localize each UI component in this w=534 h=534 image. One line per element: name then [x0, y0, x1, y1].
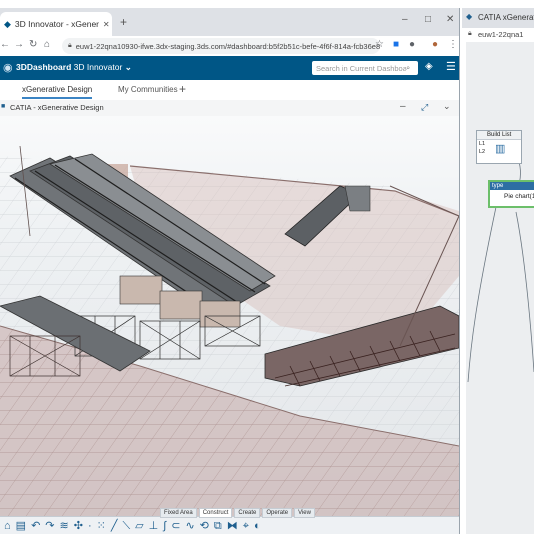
build-list-node[interactable]: Build List L1 L2 ▥	[476, 130, 522, 164]
escalator-model-render[interactable]	[0, 116, 459, 516]
browser-menu-icon[interactable]: ⋮	[448, 39, 458, 50]
browser-tab-catia[interactable]: ◆ CATIA xGenerativ	[462, 8, 534, 28]
maximize-button[interactable]: □	[425, 14, 431, 25]
hamburger-menu-icon[interactable]: ☰	[446, 60, 456, 73]
pattern-icon[interactable]: ⌖	[243, 519, 249, 533]
home-icon[interactable]: ⌂	[4, 519, 11, 533]
browser-window-main: ◆ 3D Innovator - xGenerativ ✕ + – □ ✕ ← …	[0, 8, 460, 534]
address-bar-row: ← → ↻ ⌂ 🔒︎ euw1-22qna10930-ifwe.3dx-stag…	[0, 36, 459, 57]
plane-icon[interactable]: ▱	[135, 519, 143, 533]
save-icon[interactable]: ▤	[16, 519, 26, 533]
line-icon[interactable]: ╱	[111, 519, 118, 533]
minimize-button[interactable]: –	[402, 14, 408, 25]
dashboard-header: ◉ 3DDashboard 3D Innovator ⌄ Search in C…	[0, 56, 459, 80]
action-bar-tabs: Fixed Area Construct Create Operate View	[160, 508, 315, 518]
axis-icon[interactable]: ⊥	[149, 519, 159, 533]
build-list-ports: L1 L2 ▥	[477, 140, 521, 160]
separator-dot-icon: ·	[87, 520, 92, 532]
search-icon[interactable]: ⌕	[406, 63, 410, 73]
minimize-widget-icon[interactable]: –	[400, 101, 406, 112]
expand-widget-icon[interactable]: ⤢	[421, 102, 428, 113]
sweep-icon[interactable]: ⟲	[200, 519, 209, 533]
dashboard-title: 3DDashboard 3D Innovator ⌄	[16, 62, 132, 73]
browser-tab-title: 3D Innovator - xGenerativ	[14, 19, 99, 29]
url-text: euw1-22qna10930-ifwe.3dx-staging.3ds.com…	[75, 41, 380, 51]
tab-my-communities[interactable]: My Communities	[118, 85, 178, 94]
port-l2[interactable]: L2	[479, 149, 485, 155]
polyline-icon[interactable]: ⟍	[122, 519, 130, 533]
dassault-logo-icon: ◆	[4, 18, 11, 29]
more-tools-icon[interactable]: ◐	[254, 519, 261, 533]
3d-viewport[interactable]	[0, 116, 459, 516]
update-icon[interactable]: ✣	[74, 519, 83, 533]
tab-operate[interactable]: Operate	[262, 508, 293, 518]
browser-tab-title: CATIA xGenerativ	[478, 13, 534, 22]
extension-icon[interactable]: ■	[393, 39, 399, 50]
curve-icon[interactable]: ∫	[163, 519, 166, 533]
dashboard-search-input[interactable]: Search in Current Dashboar ⌕	[312, 61, 418, 75]
build-list-label: Build List	[477, 131, 521, 140]
blend-icon[interactable]: ⧓	[227, 519, 238, 533]
url-text: euw1-22qna1	[478, 30, 524, 39]
widget-title: CATIA - xGenerative Design	[10, 103, 104, 112]
graph-connectors	[467, 136, 534, 383]
reload-icon[interactable]: ↻	[29, 39, 37, 50]
url-field[interactable]: 🔒︎ euw1-22qna1	[462, 28, 534, 42]
share-icon[interactable]: ≋	[60, 519, 69, 533]
lock-icon: 🔒︎	[68, 42, 72, 49]
spline-icon[interactable]: ∿	[185, 519, 194, 533]
action-bar-icons: ⌂ ▤ ↶ ↷ ≋ ✣ · ⁙ ╱ ⟍ ▱ ⊥ ∫ ⊂ ∿ ⟲ ⧉ ⧓ ⌖ ◐	[4, 519, 261, 533]
catia-tab-icon: ◆	[466, 12, 473, 21]
tab-view[interactable]: View	[294, 508, 315, 518]
undo-icon[interactable]: ↶	[31, 519, 40, 533]
graph-canvas[interactable]: Build List L1 L2 ▥ type Pie chart(1	[466, 42, 534, 534]
surface-icon[interactable]: ⧉	[214, 519, 222, 533]
extension-circle-icon[interactable]: ●	[409, 39, 415, 50]
lock-icon: 🔒︎	[468, 30, 472, 37]
action-bar: Fixed Area Construct Create Operate View…	[0, 508, 459, 534]
chevron-down-icon[interactable]: ⌄	[125, 62, 132, 72]
close-window-button[interactable]: ✕	[446, 14, 454, 25]
build-list-icon: ▥	[495, 143, 506, 155]
tab-fixed-area[interactable]: Fixed Area	[160, 508, 197, 518]
search-placeholder: Search in Current Dashboar	[316, 63, 406, 73]
profile-avatar-icon[interactable]: ●	[432, 39, 438, 50]
arc-icon[interactable]: ⊂	[171, 519, 180, 533]
tab-create[interactable]: Create	[234, 508, 261, 518]
widget-title-bar: ■ CATIA - xGenerative Design – ⤢ ⌄	[0, 100, 459, 117]
port-l1[interactable]: L1	[479, 141, 485, 147]
type-node-header: type	[490, 182, 534, 190]
compass-logo-icon[interactable]: ◉	[3, 61, 13, 74]
back-arrow-icon[interactable]: ←	[0, 39, 10, 50]
tag-icon[interactable]: ◈	[425, 61, 433, 72]
forward-arrow-icon[interactable]: →	[14, 39, 24, 50]
browser-window-secondary: ◆ CATIA xGenerativ 🔒︎ euw1-22qna1 Build …	[462, 8, 534, 534]
app-label[interactable]: 3D Innovator	[74, 62, 123, 72]
catia-icon: ■	[1, 103, 6, 110]
chevron-down-icon[interactable]: ⌄	[443, 101, 451, 112]
browser-tab-strip: ◆ 3D Innovator - xGenerativ ✕ + – □ ✕	[0, 8, 459, 36]
brand-label: 3DDashboard	[16, 62, 72, 72]
home-icon[interactable]: ⌂	[44, 39, 50, 50]
tab-construct[interactable]: Construct	[198, 508, 233, 518]
url-field[interactable]: 🔒︎ euw1-22qna10930-ifwe.3dx-staging.3ds.…	[62, 38, 380, 54]
close-tab-icon[interactable]: ✕	[103, 20, 110, 29]
type-node[interactable]: type Pie chart(1	[488, 180, 534, 208]
redo-icon[interactable]: ↷	[45, 519, 54, 533]
add-tab-button[interactable]: +	[179, 82, 186, 96]
dashboard-tabs: xGenerative Design My Communities +	[0, 80, 459, 101]
browser-tab-3d-innovator[interactable]: ◆ 3D Innovator - xGenerativ ✕	[0, 12, 112, 36]
new-tab-button[interactable]: +	[120, 15, 127, 29]
tab-xgenerative-design[interactable]: xGenerative Design	[22, 85, 93, 99]
point-grid-icon[interactable]: ⁙	[97, 519, 106, 533]
type-node-value: Pie chart(1	[504, 193, 534, 200]
bookmark-star-icon[interactable]: ☆	[375, 39, 384, 50]
